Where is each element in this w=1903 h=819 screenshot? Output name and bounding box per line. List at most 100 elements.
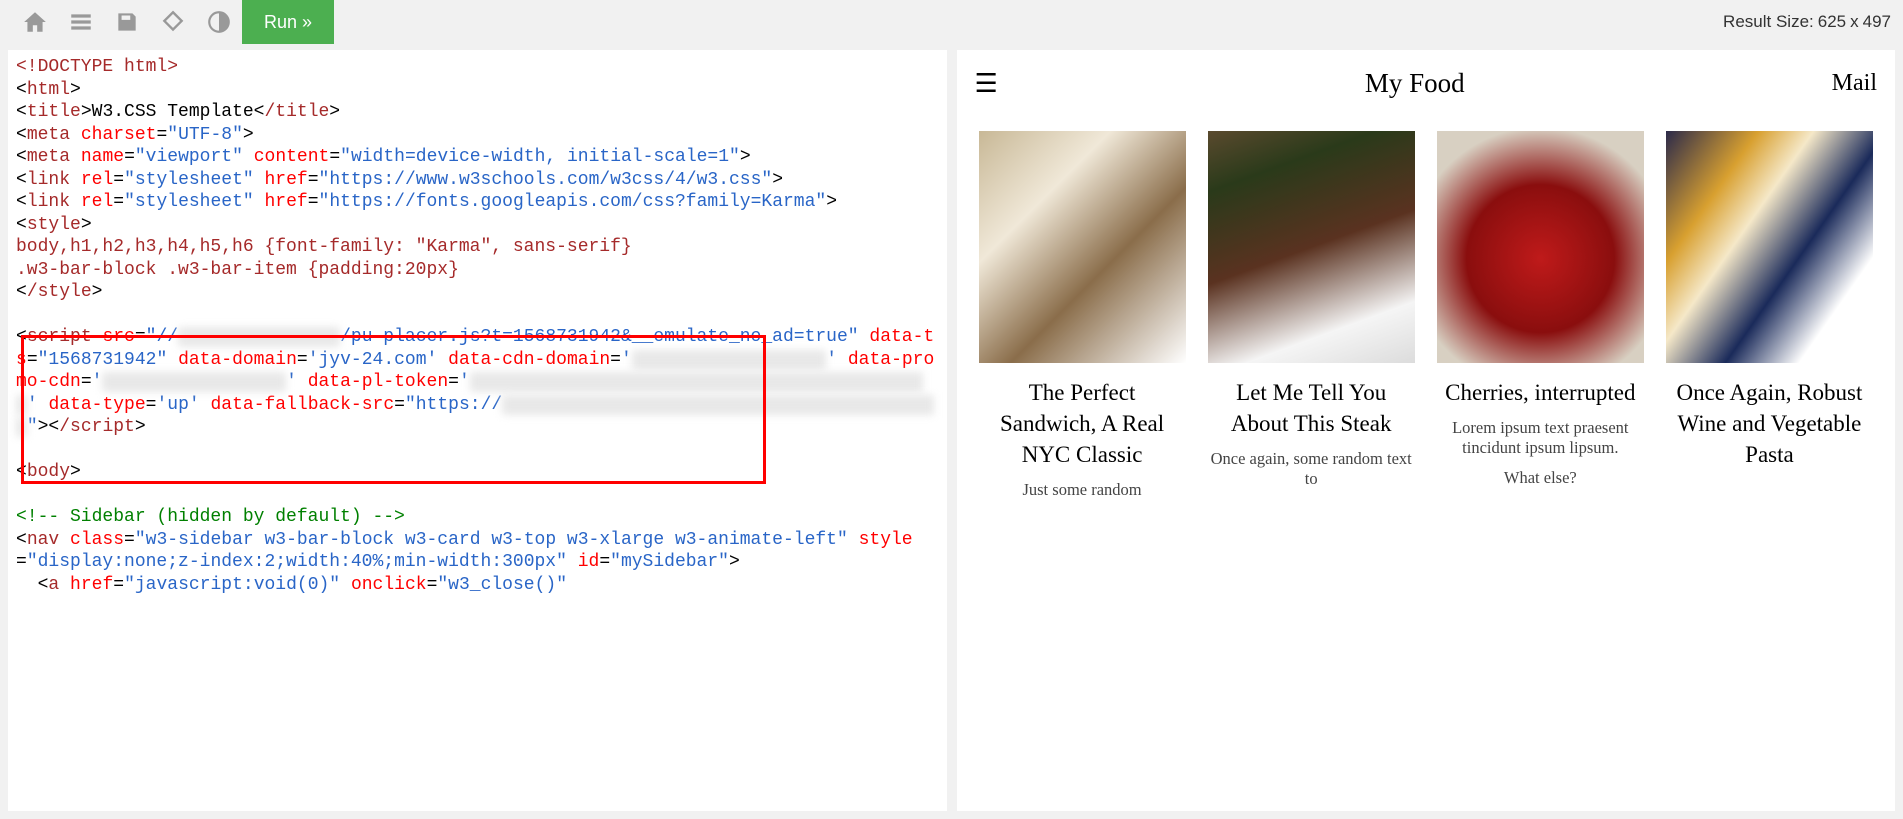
code-token: script bbox=[27, 327, 92, 347]
code-token: data-type bbox=[48, 395, 145, 415]
code-editor[interactable]: <!DOCTYPE html> <html> <title>W3.CSS Tem… bbox=[8, 50, 947, 602]
food-card[interactable]: Once Again, Robust Wine and Vegetable Pa… bbox=[1666, 131, 1873, 500]
toolbar: Run » Result Size: 625 x 497 bbox=[0, 0, 1903, 44]
food-card[interactable]: Cherries, interrupted Lorem ipsum text p… bbox=[1437, 131, 1644, 500]
code-token: "w3_close()" bbox=[437, 575, 567, 595]
code-token: style bbox=[27, 215, 81, 235]
code-token: link bbox=[27, 192, 70, 212]
code-token: ' bbox=[826, 350, 837, 370]
card-text: Just some random bbox=[979, 480, 1186, 500]
food-image bbox=[1666, 131, 1873, 363]
code-token: "1568731942" bbox=[38, 350, 168, 370]
preview-header: ☰ My Food Mail bbox=[957, 50, 1896, 113]
code-token: meta bbox=[27, 125, 70, 145]
code-token: href bbox=[70, 575, 113, 595]
code-token: "display:none;z-index:2;width:40%;min-wi… bbox=[27, 552, 567, 572]
panes: <!DOCTYPE html> <html> <title>W3.CSS Tem… bbox=[0, 44, 1903, 819]
code-token: href bbox=[265, 170, 308, 190]
run-button[interactable]: Run » bbox=[242, 0, 334, 44]
code-token: "https://fonts.googleapis.com/css?family… bbox=[319, 192, 827, 212]
card-extra: What else? bbox=[1437, 468, 1644, 488]
code-token: "javascript:void(0)" bbox=[124, 575, 340, 595]
code-token: ' bbox=[459, 372, 470, 392]
home-icon[interactable] bbox=[12, 0, 58, 44]
mail-link[interactable]: Mail bbox=[1832, 70, 1877, 97]
card-title: Let Me Tell You About This Steak bbox=[1208, 377, 1415, 439]
code-token: ' bbox=[27, 395, 38, 415]
code-token: ' bbox=[286, 372, 297, 392]
code-token: content bbox=[254, 147, 330, 167]
card-grid: The Perfect Sandwich, A Real NYC Classic… bbox=[957, 113, 1896, 500]
code-token: data-cdn-domain bbox=[448, 350, 610, 370]
code-token: 'jyv-24.com' bbox=[308, 350, 438, 370]
code-pane: <!DOCTYPE html> <html> <title>W3.CSS Tem… bbox=[8, 50, 947, 811]
code-token: charset bbox=[81, 125, 157, 145]
preview-scroll[interactable]: ☰ My Food Mail The Perfect Sandwich, A R… bbox=[957, 50, 1896, 811]
code-token: "UTF-8" bbox=[167, 125, 243, 145]
code-token: class bbox=[70, 530, 124, 550]
code-token: rel bbox=[81, 170, 113, 190]
card-title: The Perfect Sandwich, A Real NYC Classic bbox=[979, 377, 1186, 470]
code-token: meta bbox=[27, 147, 70, 167]
code-token: "https://www.w3schools.com/w3css/4/w3.cs… bbox=[319, 170, 773, 190]
code-token: "stylesheet" bbox=[124, 170, 254, 190]
result-size-label: Result Size: bbox=[1723, 12, 1814, 32]
code-token: body bbox=[27, 462, 70, 482]
food-image bbox=[1208, 131, 1415, 363]
code-token: <!DOCTYPE html> bbox=[16, 57, 178, 77]
code-token: "width=device-width, initial-scale=1" bbox=[340, 147, 740, 167]
code-token: onclick bbox=[351, 575, 427, 595]
code-token: nav bbox=[27, 530, 59, 550]
code-token: "viewport" bbox=[135, 147, 243, 167]
code-token: /script bbox=[59, 417, 135, 437]
code-blur: xxxxxxxxxxxxxxxxxx bbox=[632, 350, 826, 370]
code-token: "// bbox=[146, 327, 178, 347]
code-token: html bbox=[27, 80, 70, 100]
code-token: src bbox=[102, 327, 134, 347]
code-token: title bbox=[27, 102, 81, 122]
code-token: "mySidebar" bbox=[610, 552, 729, 572]
result-sep: x bbox=[1850, 12, 1859, 32]
run-button-label: Run » bbox=[264, 12, 312, 33]
code-token: ' bbox=[621, 350, 632, 370]
code-token: "https:// bbox=[405, 395, 502, 415]
code-token: link bbox=[27, 170, 70, 190]
card-text: Once again, some random text to bbox=[1208, 449, 1415, 489]
code-token: " bbox=[27, 417, 38, 437]
card-title: Cherries, interrupted bbox=[1437, 377, 1644, 408]
code-blur: xxxxxxxxxxxxxxxxx bbox=[102, 372, 286, 392]
code-token: a bbox=[48, 575, 59, 595]
menu-icon[interactable] bbox=[58, 0, 104, 44]
code-token: /style bbox=[27, 282, 92, 302]
result-size: Result Size: 625 x 497 bbox=[1723, 12, 1891, 32]
code-scroll[interactable]: <!DOCTYPE html> <html> <title>W3.CSS Tem… bbox=[8, 50, 947, 811]
rotate-icon[interactable] bbox=[150, 0, 196, 44]
code-token: href bbox=[265, 192, 308, 212]
result-height: 497 bbox=[1863, 12, 1891, 32]
save-icon[interactable] bbox=[104, 0, 150, 44]
food-image bbox=[979, 131, 1186, 363]
code-token: rel bbox=[81, 192, 113, 212]
code-token: data-fallback-src bbox=[211, 395, 395, 415]
code-blur: xxxxxxxxxxxxxxx bbox=[178, 327, 340, 347]
toolbar-left: Run » bbox=[12, 0, 334, 44]
food-card[interactable]: Let Me Tell You About This Steak Once ag… bbox=[1208, 131, 1415, 500]
code-token: name bbox=[81, 147, 124, 167]
code-token: "w3-sidebar w3-bar-block w3-card w3-top … bbox=[135, 530, 848, 550]
code-comment: <!-- Sidebar (hidden by default) --> bbox=[16, 507, 405, 527]
burger-icon[interactable]: ☰ bbox=[975, 71, 998, 97]
code-token: 'up' bbox=[156, 395, 199, 415]
code-token: data-domain bbox=[178, 350, 297, 370]
code-token: "stylesheet" bbox=[124, 192, 254, 212]
card-title: Once Again, Robust Wine and Vegetable Pa… bbox=[1666, 377, 1873, 470]
code-token: data-pl-token bbox=[308, 372, 448, 392]
theme-icon[interactable] bbox=[196, 0, 242, 44]
code-token: style bbox=[859, 530, 913, 550]
code-token: /title bbox=[264, 102, 329, 122]
code-token: ' bbox=[92, 372, 103, 392]
food-card[interactable]: The Perfect Sandwich, A Real NYC Classic… bbox=[979, 131, 1186, 500]
food-image bbox=[1437, 131, 1644, 363]
code-token: W3.CSS Template bbox=[92, 102, 254, 122]
code-token: /pu-placer.js?t=1568731942&__emulate_no_… bbox=[340, 327, 858, 347]
code-token: id bbox=[578, 552, 600, 572]
